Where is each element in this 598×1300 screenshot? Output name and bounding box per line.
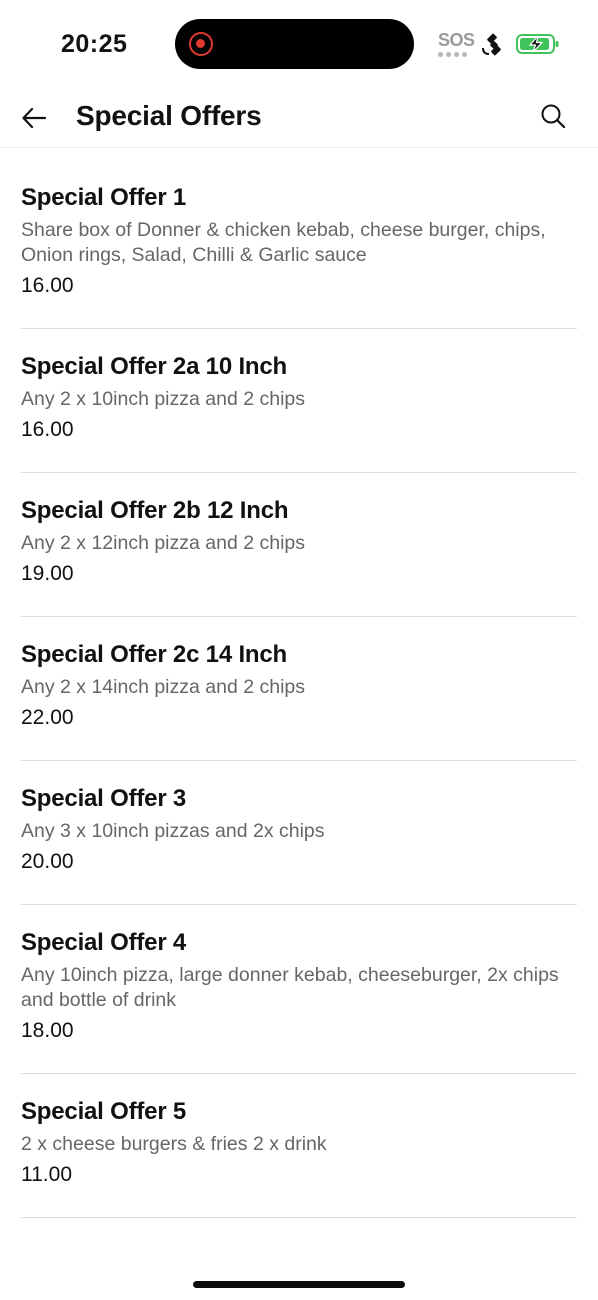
back-arrow-icon — [22, 107, 47, 129]
satellite-icon — [482, 33, 501, 56]
offer-description: Any 2 x 14inch pizza and 2 chips — [21, 676, 306, 698]
offer-description: Any 3 x 10inch pizzas and 2x chips — [21, 820, 325, 842]
recording-indicator-icon — [189, 32, 213, 56]
status-time: 20:25 — [61, 30, 128, 58]
offer-name: Special Offer 5 — [21, 1098, 187, 1125]
offer-price: 16.00 — [21, 418, 74, 441]
offer-name: Special Offer 2b 12 Inch — [21, 497, 289, 524]
signal-dots-icon — [438, 52, 470, 57]
offer-price: 11.00 — [21, 1163, 72, 1186]
offer-name: Special Offer 2a 10 Inch — [21, 353, 287, 380]
search-icon — [541, 104, 566, 129]
page-title: Special Offers — [76, 100, 262, 131]
offer-description: Share box of Donner & chicken kebab, che… — [21, 219, 546, 266]
offer-description: 2 x cheese burgers & fries 2 x drink — [21, 1133, 327, 1155]
offer-item[interactable]: Special Offer 3 Any 3 x 10inch pizzas an… — [21, 761, 577, 905]
back-button[interactable] — [18, 102, 50, 134]
offer-description: Any 2 x 12inch pizza and 2 chips — [21, 532, 306, 554]
offer-price: 19.00 — [21, 562, 74, 585]
dynamic-island — [175, 19, 414, 69]
offer-price: 22.00 — [21, 706, 74, 729]
sos-label: SOS — [438, 30, 475, 50]
offer-name: Special Offer 2c 14 Inch — [21, 641, 287, 668]
offer-item[interactable]: Special Offer 2b 12 Inch Any 2 x 12inch … — [21, 473, 577, 617]
offer-description: Any 10inch pizza, large donner kebab, ch… — [21, 964, 559, 1011]
offer-list: Special Offer 1 Share box of Donner & ch… — [21, 160, 577, 1218]
offer-item[interactable]: Special Offer 4 Any 10inch pizza, large … — [21, 905, 577, 1074]
home-indicator[interactable] — [193, 1281, 405, 1288]
offer-price: 20.00 — [21, 850, 74, 873]
status-bar: 20:25 SOS — [0, 0, 598, 88]
offer-name: Special Offer 3 — [21, 785, 187, 812]
offer-item[interactable]: Special Offer 5 2 x cheese burgers & fri… — [21, 1074, 577, 1218]
offer-description: Any 2 x 10inch pizza and 2 chips — [21, 388, 306, 410]
offer-name: Special Offer 4 — [21, 929, 187, 956]
offer-price: 18.00 — [21, 1019, 74, 1042]
offer-name: Special Offer 1 — [21, 184, 187, 211]
offer-item[interactable]: Special Offer 1 Share box of Donner & ch… — [21, 160, 577, 329]
offer-price: 16.00 — [21, 274, 74, 297]
search-button[interactable] — [537, 100, 569, 132]
offer-item[interactable]: Special Offer 2c 14 Inch Any 2 x 14inch … — [21, 617, 577, 761]
battery-charging-icon — [516, 34, 559, 54]
app-header: Special Offers — [0, 88, 598, 148]
offer-item[interactable]: Special Offer 2a 10 Inch Any 2 x 10inch … — [21, 329, 577, 473]
